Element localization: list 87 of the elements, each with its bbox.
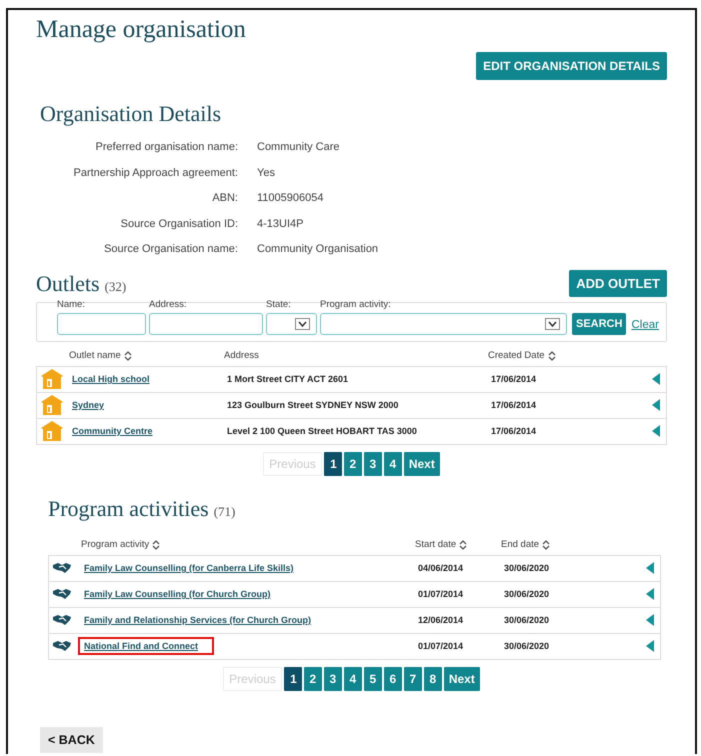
triangle-icon[interactable] [646,562,654,574]
page-button[interactable]: 4 [384,452,402,476]
page-button[interactable]: 2 [344,452,362,476]
table-cell-text: 01/07/2014 [418,641,464,651]
count-label: (71) [214,504,236,520]
page-title: Manage organisation [36,16,247,44]
page-button[interactable]: 6 [384,666,402,690]
sort-icon[interactable] [459,540,468,550]
next-button[interactable]: Next [444,666,480,690]
house-icon [41,369,63,389]
table-cell-text: Level 2 100 Queen Street HOBART TAS 3000 [227,426,418,436]
field-value: 4-13UI4P [257,216,304,232]
table-cell-text: 04/06/2014 [418,563,464,573]
table-cell-text: 30/06/2020 [504,641,550,651]
triangle-icon[interactable] [646,588,654,600]
page-button[interactable]: 7 [404,666,422,690]
outlet-link[interactable]: Sydney [66,396,120,414]
page-button[interactable]: 4 [344,666,362,690]
program-activity-link[interactable]: Family Law Counselling (for Canberra Life Skills) [78,559,310,577]
outlet-link[interactable]: Community Centre [66,422,169,440]
field-label: Source Organisation ID: [120,216,238,232]
field-label: ABN: [211,191,238,206]
handshake-icon [53,614,71,626]
table-cell-text: 30/06/2020 [504,615,550,625]
triangle-icon[interactable] [652,425,660,437]
page-button[interactable]: 2 [304,666,322,690]
column-header[interactable]: Created Date [488,350,653,361]
page-button[interactable]: 1 [324,452,342,476]
column-header[interactable]: Start date [415,539,501,550]
field-value: 11005906054 [257,191,324,206]
back-button[interactable]: < BACK [40,727,103,753]
edit-organisation-button[interactable]: EDIT ORGANISATION DETAILS [476,52,667,80]
table-cell-text: 17/06/2014 [491,426,538,436]
page-button[interactable]: 8 [424,666,442,690]
table-cell-text: 17/06/2014 [491,400,538,410]
table-cell-text: 12/06/2014 [418,615,464,625]
column-header[interactable]: Outlet name [69,350,224,361]
sort-icon[interactable] [152,540,160,550]
page-button[interactable]: 3 [364,452,382,476]
field-value: Community Care [257,140,341,155]
field-label: Source Organisation name: [103,242,238,257]
field-label: Preferred organisation name: [94,140,238,155]
table-cell-text: 123 Goulburn Street SYDNEY NSW 2000 [227,400,400,410]
page-button[interactable]: 5 [364,666,382,690]
house-icon [41,421,63,441]
count-label: (32) [104,278,126,294]
table-cell-text: 1 Mort Street CITY ACT 2601 [227,374,350,384]
field-label: Partnership Approach agreement: [72,166,238,180]
table-cell-text: 30/06/2020 [504,563,550,573]
triangle-icon[interactable] [652,373,660,385]
outlet-link[interactable]: Local High school [66,370,166,388]
table-cell-text: 01/07/2014 [418,589,464,599]
sort-icon[interactable] [124,350,132,360]
house-icon [41,395,63,415]
clear-link[interactable]: Clear [631,318,659,334]
column-header[interactable]: End date [501,539,647,550]
column-header[interactable]: Program activity [81,539,415,550]
program-activity-link[interactable]: National Find and Connect [78,637,214,655]
field-label: Name: [57,298,86,310]
name-field[interactable] [57,312,146,334]
page-button[interactable]: 3 [324,666,342,690]
field-value: Community Organisation [257,242,380,257]
sort-icon[interactable] [548,350,556,360]
triangle-icon[interactable] [646,640,654,652]
address-field[interactable] [149,312,263,334]
section-heading: Outlets [36,270,100,296]
field-label: State: [266,298,292,310]
section-heading: Program activities [48,496,209,522]
triangle-icon[interactable] [652,399,660,411]
handshake-icon [53,562,71,574]
program-activity-link[interactable]: Family and Relationship Services (for Church Group) [78,611,328,629]
search-button[interactable]: SEARCH [572,312,626,334]
sort-icon[interactable] [542,540,550,550]
next-button[interactable]: Next [404,452,440,476]
field-label: Program activity: [320,298,392,310]
page-button[interactable]: 1 [284,666,302,690]
field-value: Yes [257,166,276,180]
handshake-icon [53,640,71,652]
column-header[interactable]: Address [224,350,488,361]
add-outlet-button[interactable]: ADD OUTLET [569,270,667,296]
handshake-icon [53,588,71,600]
field-label: Address: [149,298,188,310]
section-heading: Organisation Details [40,101,222,127]
table-cell-text: 30/06/2020 [504,589,550,599]
program-activity-link[interactable]: Family Law Counselling (for Church Group) [78,585,287,603]
triangle-icon[interactable] [646,614,654,626]
table-cell-text: 17/06/2014 [491,374,538,384]
